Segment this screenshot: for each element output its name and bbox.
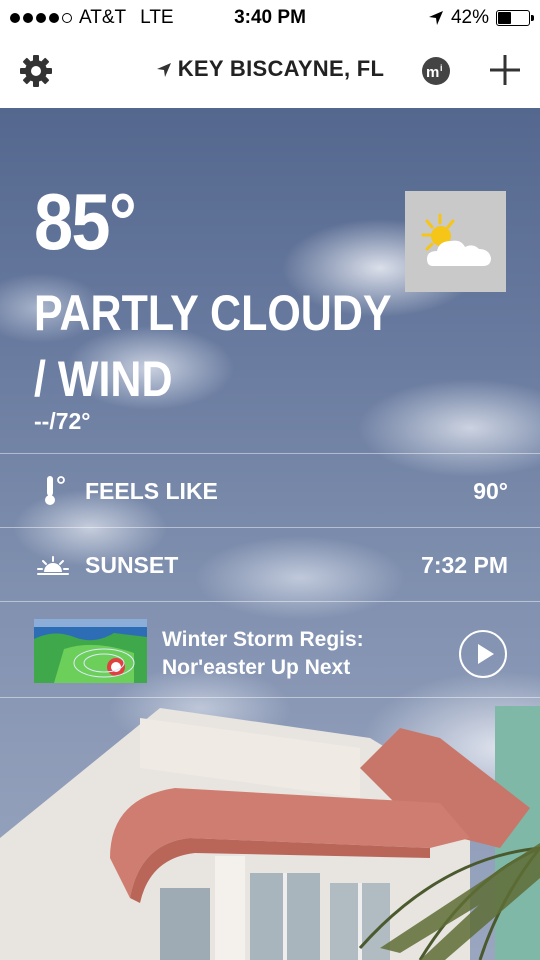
mi-icon[interactable]: m i: [421, 56, 451, 86]
weather-main: 85° PARTLY CLOUDY / WIND --/72° FEELS LI…: [0, 108, 540, 960]
video-row[interactable]: Winter Storm Regis: Nor'easter Up Next: [0, 601, 540, 698]
status-bar: AT&T LTE 3:40 PM 42%: [0, 0, 540, 36]
location-name: KEY BISCAYNE, FL: [177, 56, 385, 81]
plus-icon[interactable]: [487, 52, 523, 88]
battery-icon: [496, 10, 534, 26]
location-arrow-icon: [428, 11, 443, 25]
feels-like-row[interactable]: FEELS LIKE 90°: [0, 453, 540, 527]
play-icon[interactable]: [459, 630, 507, 678]
battery-percent: 42%: [450, 7, 489, 28]
location-arrow-icon: [156, 63, 171, 77]
svg-text:i: i: [440, 63, 443, 73]
location-selector[interactable]: KEY BISCAYNE, FL: [0, 56, 540, 82]
sunset-value: 7:32 PM: [421, 552, 508, 578]
feels-like-value: 90°: [473, 478, 508, 504]
current-temperature: 85°: [34, 177, 137, 266]
sunset-icon: [37, 556, 69, 575]
svg-text:m: m: [426, 64, 439, 81]
status-right: 42%: [428, 7, 534, 29]
thermometer-icon: [45, 476, 65, 505]
header: KEY BISCAYNE, FL m i: [0, 36, 540, 108]
partly-sunny-icon: [405, 191, 506, 292]
feels-like-label: FEELS LIKE: [85, 478, 218, 504]
sunset-label: SUNSET: [85, 552, 179, 578]
hi-lo-temperature: --/72°: [34, 408, 91, 434]
battery-fill: [498, 12, 511, 24]
video-title[interactable]: Winter Storm Regis: Nor'easter Up Next: [162, 626, 442, 682]
sunset-row[interactable]: SUNSET 7:32 PM: [0, 527, 540, 601]
current-condition: PARTLY CLOUDY / WIND: [34, 285, 391, 407]
video-thumbnail[interactable]: [34, 619, 147, 683]
